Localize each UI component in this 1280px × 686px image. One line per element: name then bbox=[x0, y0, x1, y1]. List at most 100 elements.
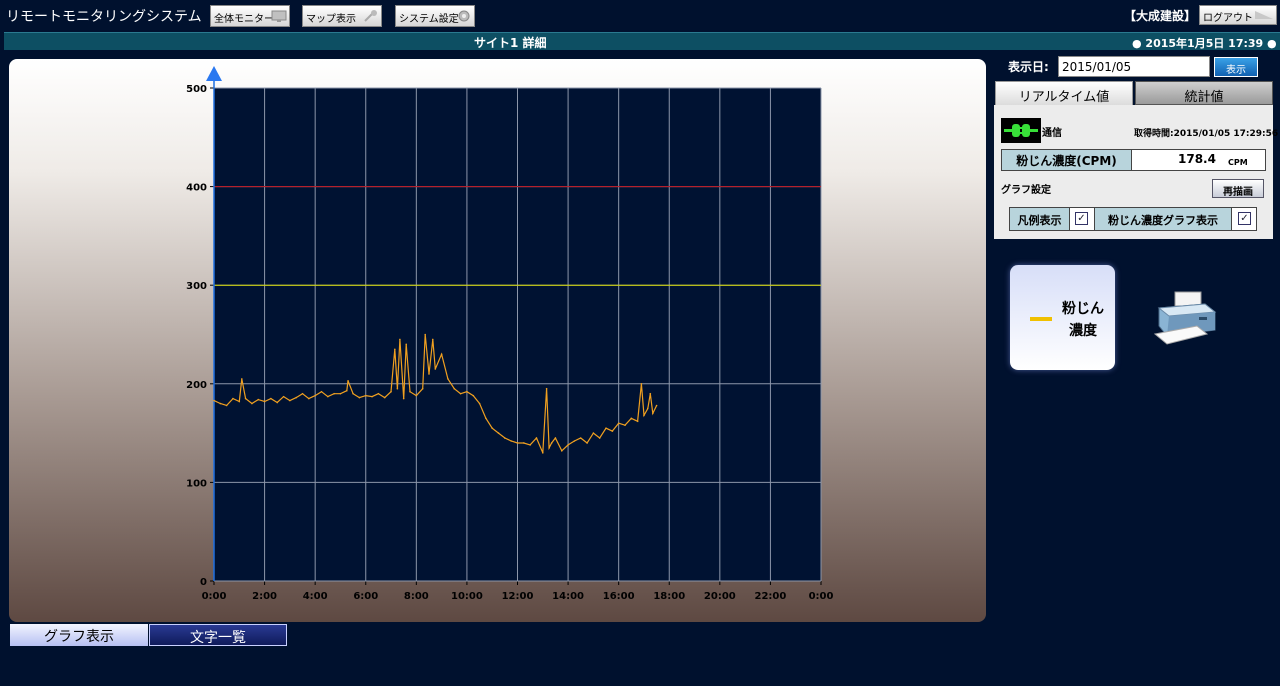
x-tick-label: 20:00 bbox=[704, 591, 736, 602]
legend-color-swatch bbox=[1030, 317, 1052, 321]
data-point bbox=[383, 396, 386, 399]
data-point bbox=[535, 437, 538, 439]
show-button[interactable]: 表示 bbox=[1214, 57, 1258, 77]
data-point bbox=[630, 417, 633, 420]
map-pin-icon bbox=[364, 10, 377, 22]
data-point bbox=[339, 392, 342, 395]
data-point bbox=[652, 412, 654, 415]
y-tick-label: 0 bbox=[200, 577, 207, 588]
dust-graph-toggle-checkbox[interactable]: ✓ bbox=[1238, 212, 1251, 225]
data-point bbox=[345, 389, 348, 392]
x-tick-label: 2:00 bbox=[252, 591, 277, 602]
monitor-icon bbox=[271, 10, 287, 22]
display-date-input[interactable] bbox=[1058, 56, 1210, 77]
data-point bbox=[459, 392, 462, 395]
y-tick-label: 200 bbox=[186, 380, 207, 391]
overall-monitor-button[interactable]: 全体モニター bbox=[210, 5, 290, 27]
x-tick-label: 14:00 bbox=[552, 591, 584, 602]
data-point bbox=[466, 390, 468, 393]
data-point bbox=[523, 442, 525, 444]
data-point bbox=[352, 392, 354, 395]
y-tick-label: 100 bbox=[186, 478, 207, 489]
data-point bbox=[447, 378, 449, 380]
data-point bbox=[327, 395, 329, 398]
data-point bbox=[421, 387, 424, 390]
data-point bbox=[257, 398, 260, 401]
map-view-label: マップ表示 bbox=[306, 14, 356, 25]
data-point bbox=[485, 417, 487, 420]
y-axis-arrow bbox=[206, 66, 222, 81]
data-point bbox=[405, 343, 408, 346]
x-tick-label: 6:00 bbox=[353, 591, 378, 602]
x-tick-label: 10:00 bbox=[451, 591, 483, 602]
tab-graph-view[interactable]: グラフ表示 bbox=[10, 624, 148, 646]
realtime-info-panel: 通信 取得時間:2015/01/05 17:29:56 粉じん濃度(CPM) 1… bbox=[994, 105, 1278, 239]
legend-toggle-checkbox[interactable]: ✓ bbox=[1075, 212, 1088, 225]
data-point bbox=[434, 368, 437, 370]
y-tick-label: 300 bbox=[186, 281, 207, 292]
data-point bbox=[655, 404, 658, 407]
data-point bbox=[579, 437, 582, 439]
data-point bbox=[225, 404, 228, 407]
data-point bbox=[586, 442, 588, 444]
data-point bbox=[472, 394, 475, 397]
data-point bbox=[643, 414, 645, 417]
tab-text-list[interactable]: 文字一覧 bbox=[149, 624, 287, 646]
system-settings-label: システム設定 bbox=[399, 14, 459, 25]
data-point bbox=[314, 394, 316, 397]
data-point bbox=[276, 401, 279, 404]
data-point bbox=[504, 437, 506, 439]
data-point bbox=[548, 447, 550, 449]
data-point bbox=[529, 444, 531, 446]
site-header-bar: サイト1 詳細 ● 2015年1月5日 17:39 ● bbox=[4, 32, 1280, 50]
tab-statistics[interactable]: 統計値 bbox=[1135, 81, 1273, 105]
tab-realtime[interactable]: リアルタイム値 bbox=[995, 81, 1133, 105]
data-point bbox=[415, 394, 418, 397]
dust-reading-row: 粉じん濃度(CPM) 178.4 CPM bbox=[1001, 149, 1266, 171]
data-point bbox=[554, 437, 557, 439]
legend-series-label: 粉じん濃度 bbox=[1062, 301, 1104, 339]
legend-toggle-label: 凡例表示 bbox=[1010, 208, 1070, 230]
data-point bbox=[213, 399, 215, 402]
data-point bbox=[219, 402, 222, 405]
map-view-button[interactable]: マップ表示 bbox=[302, 5, 382, 27]
data-point bbox=[541, 452, 544, 454]
x-tick-label: 8:00 bbox=[404, 591, 429, 602]
chart-legend: 粉じん濃度 bbox=[1010, 265, 1115, 370]
data-point bbox=[431, 338, 434, 341]
data-point bbox=[409, 390, 411, 393]
data-point bbox=[396, 387, 399, 390]
y-tick-label: 400 bbox=[186, 183, 207, 194]
dust-reading-name: 粉じん濃度(CPM) bbox=[1002, 150, 1132, 170]
data-point bbox=[364, 394, 367, 397]
data-point bbox=[592, 432, 595, 434]
current-datetime: ● 2015年1月5日 17:39 ● bbox=[1132, 37, 1277, 50]
data-point bbox=[270, 397, 272, 400]
x-tick-label: 12:00 bbox=[502, 591, 534, 602]
printer-icon[interactable] bbox=[1153, 290, 1219, 346]
data-point bbox=[491, 427, 494, 429]
data-point bbox=[478, 402, 481, 405]
data-point bbox=[394, 348, 396, 351]
data-point bbox=[605, 427, 607, 429]
redraw-button[interactable]: 再描画 bbox=[1212, 179, 1264, 198]
logout-button[interactable]: ログアウト bbox=[1199, 5, 1277, 25]
data-point bbox=[646, 407, 649, 410]
data-point bbox=[440, 353, 443, 356]
system-settings-button[interactable]: システム設定 bbox=[395, 5, 475, 27]
top-bar: リモートモニタリングシステム 全体モニター マップ表示 システム設定 【大成建設… bbox=[0, 0, 1280, 32]
x-tick-label: 22:00 bbox=[754, 591, 786, 602]
dust-concentration-chart: 0:00 2:00 4:00 6:00 8:00 10:00 12:00 14:00 16:00… bbox=[186, 66, 833, 602]
chart-panel: 0:00 2:00 4:00 6:00 8:00 10:00 12:00 14:00 16:00… bbox=[9, 59, 986, 622]
data-point bbox=[244, 397, 247, 400]
data-point bbox=[232, 397, 234, 400]
data-point bbox=[371, 395, 373, 398]
connection-plug-icon bbox=[1001, 118, 1041, 143]
x-tick-label: 16:00 bbox=[603, 591, 635, 602]
x-tick-label: 4:00 bbox=[303, 591, 328, 602]
data-point bbox=[624, 424, 626, 427]
acquired-time: 取得時間:2015/01/05 17:29:56 bbox=[1134, 129, 1279, 139]
logout-label: ログアウト bbox=[1203, 13, 1253, 24]
data-point bbox=[573, 440, 576, 442]
y-tick-label: 500 bbox=[186, 84, 207, 95]
